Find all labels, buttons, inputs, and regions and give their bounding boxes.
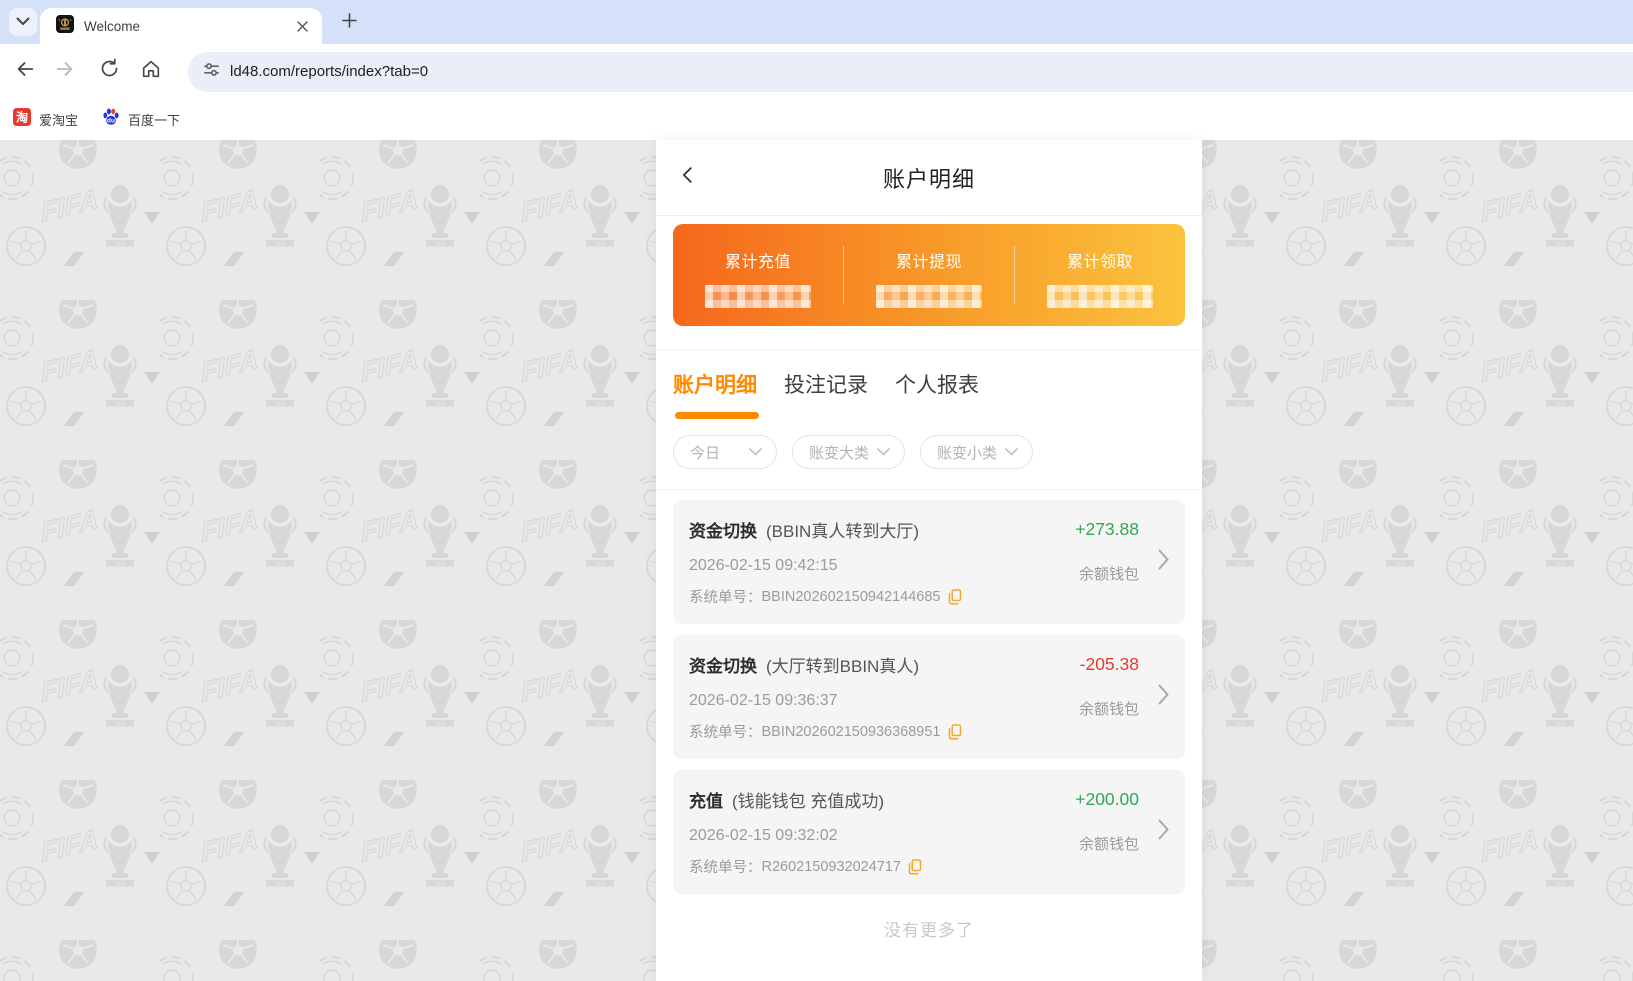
no-more-text: 没有更多了	[884, 921, 974, 940]
tab-search-button[interactable]	[9, 8, 37, 36]
transaction-detail: (BBIN真人转到大厅)	[766, 522, 919, 541]
transaction-right: +273.88 余额钱包	[1075, 519, 1139, 584]
browser-tab-strip: Welcome	[0, 0, 1633, 44]
taobao-icon: 淘	[13, 107, 31, 131]
transaction-order-row: 系统单号： BBIN202602150936368951	[689, 721, 1185, 742]
transaction-detail: (大厅转到BBIN真人)	[766, 657, 919, 676]
active-tab-indicator	[675, 412, 759, 419]
site-info-tune-icon[interactable]	[202, 60, 221, 84]
transaction-wallet: 余额钱包	[1078, 566, 1139, 583]
masked-value	[1047, 285, 1153, 308]
bookmark-label: 百度一下	[128, 112, 181, 128]
summary-label: 累计提现	[895, 254, 962, 271]
filter-row: 今日 账变大类 账变小类	[673, 435, 1185, 469]
tab-account-detail[interactable]: 账户明细	[673, 369, 757, 399]
filter-minor-category-dropdown[interactable]: 账变小类	[920, 435, 1033, 469]
order-label: 系统单号：	[689, 725, 762, 741]
masked-value	[876, 285, 982, 308]
order-number: R2602150932024717	[761, 858, 902, 875]
page-background: FIFA FIFA	[0, 140, 1633, 981]
transaction-row[interactable]: 资金切换 (BBIN真人转到大厅) 2026-02-15 09:42:15 系统单…	[673, 500, 1185, 624]
copy-icon[interactable]	[908, 858, 922, 875]
chevron-down-icon	[16, 13, 30, 31]
transaction-type: 资金切换	[689, 522, 757, 541]
transaction-type: 资金切换	[689, 657, 757, 676]
transaction-amount: -205.38	[1079, 654, 1139, 674]
tab-bet-records[interactable]: 投注记录	[784, 369, 868, 399]
back-button-page[interactable]	[668, 158, 708, 198]
url-text[interactable]: ld48.com/reports/index?tab=0	[230, 63, 428, 80]
browser-tab[interactable]: Welcome	[40, 8, 322, 44]
summary-label: 累计领取	[1066, 254, 1133, 271]
panel-header: 账户明细	[656, 140, 1202, 216]
order-label: 系统单号：	[689, 860, 762, 876]
back-button[interactable]	[6, 52, 44, 90]
baidu-paw-icon: du	[102, 108, 120, 131]
bookmark-baidu[interactable]: du 百度一下	[94, 105, 188, 133]
transaction-wallet: 余额钱包	[1078, 836, 1139, 853]
chevron-right-icon[interactable]	[1157, 818, 1170, 847]
bookmark-taobao[interactable]: 淘 爱淘宝	[5, 105, 86, 133]
transaction-type: 充值	[689, 792, 723, 811]
browser-toolbar: ld48.com/reports/index?tab=0	[0, 44, 1633, 99]
account-detail-panel: 账户明细 累计充值 累计提现 累计领取 账户明细 投注记录 个人报表 今日 账变…	[656, 140, 1202, 981]
address-bar[interactable]: ld48.com/reports/index?tab=0	[188, 51, 1633, 92]
transaction-wallet: 余额钱包	[1078, 701, 1139, 718]
order-number: BBIN202602150942144685	[761, 588, 941, 605]
transaction-list: 资金切换 (BBIN真人转到大厅) 2026-02-15 09:42:15 系统单…	[656, 490, 1202, 894]
forward-icon	[54, 58, 76, 85]
filter-major-category-dropdown[interactable]: 账变大类	[792, 435, 905, 469]
summary-label: 累计充值	[724, 254, 791, 271]
reload-icon	[99, 58, 120, 84]
plus-icon	[341, 13, 357, 33]
filter-label: 账变小类	[937, 444, 998, 462]
summary-card: 累计充值 累计提现 累计领取	[673, 224, 1185, 326]
home-icon	[140, 58, 162, 85]
transaction-detail: (钱能钱包 充值成功)	[732, 792, 885, 811]
filter-label: 今日	[690, 444, 721, 462]
tabs-section: 账户明细 投注记录 个人报表 今日 账变大类 账变小类	[656, 349, 1202, 490]
chevron-down-icon	[1005, 443, 1018, 461]
summary-total-withdraw: 累计提现	[844, 224, 1014, 326]
transaction-right: -205.38 余额钱包	[1079, 654, 1139, 719]
tab-title: Welcome	[84, 18, 141, 34]
order-label: 系统单号：	[689, 590, 762, 606]
tab-personal-report[interactable]: 个人报表	[895, 369, 979, 399]
chevron-down-icon	[877, 443, 890, 461]
transaction-order-row: 系统单号： R2602150932024717	[689, 856, 1185, 877]
bookmarks-bar: 淘 爱淘宝 du 百度一下	[0, 99, 1633, 140]
summary-section: 累计充值 累计提现 累计领取	[656, 216, 1202, 349]
forward-button[interactable]	[46, 52, 84, 90]
transaction-row[interactable]: 资金切换 (大厅转到BBIN真人) 2026-02-15 09:36:37 系统单…	[673, 635, 1185, 759]
svg-text:淘: 淘	[16, 109, 28, 124]
copy-icon[interactable]	[948, 588, 962, 605]
masked-value	[705, 285, 811, 308]
filter-label: 账变大类	[809, 444, 870, 462]
back-icon	[14, 58, 36, 85]
svg-text:du: du	[107, 117, 115, 124]
bookmark-label: 爱淘宝	[39, 112, 79, 128]
new-tab-button[interactable]	[336, 10, 362, 36]
summary-total-claimed: 累计领取	[1015, 224, 1185, 326]
reload-button[interactable]	[90, 52, 128, 90]
close-icon[interactable]	[292, 16, 312, 36]
page-title: 账户明细	[882, 166, 975, 192]
tabs-row: 账户明细 投注记录 个人报表	[673, 369, 1185, 399]
transaction-amount: +200.00	[1075, 789, 1139, 809]
chevron-right-icon[interactable]	[1157, 683, 1170, 712]
chevron-right-icon[interactable]	[1157, 548, 1170, 577]
filter-date-dropdown[interactable]: 今日	[673, 435, 777, 469]
chevron-down-icon	[749, 443, 762, 461]
copy-icon[interactable]	[948, 723, 962, 740]
order-number: BBIN202602150936368951	[761, 723, 941, 740]
transaction-row[interactable]: 充值 (钱能钱包 充值成功) 2026-02-15 09:32:02 系统单号： …	[673, 770, 1185, 894]
summary-total-deposit: 累计充值	[673, 224, 843, 326]
transaction-right: +200.00 余额钱包	[1075, 789, 1139, 854]
favicon-casino-badge-icon	[56, 14, 74, 38]
transaction-order-row: 系统单号： BBIN202602150942144685	[689, 586, 1185, 607]
chevron-left-icon	[677, 164, 699, 191]
home-button[interactable]	[132, 52, 170, 90]
transaction-amount: +273.88	[1075, 519, 1139, 539]
